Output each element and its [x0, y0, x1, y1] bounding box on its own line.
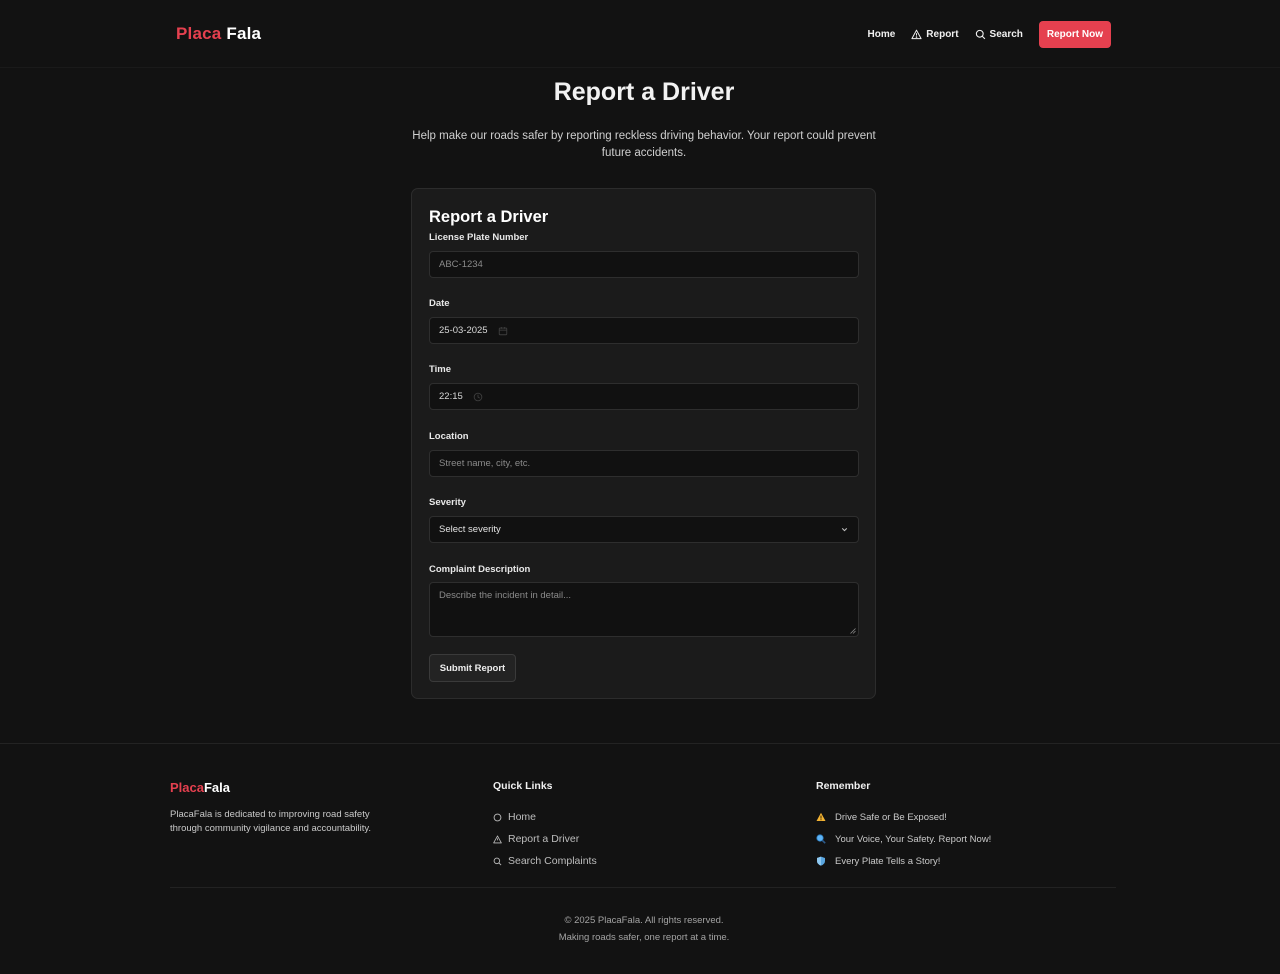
location-input[interactable]	[439, 458, 858, 469]
footer-link-search-label: Search Complaints	[508, 855, 597, 867]
remember-item-text: Drive Safe or Be Exposed!	[835, 811, 947, 823]
remember-item: Your Voice, Your Safety. Report Now!	[816, 828, 991, 850]
footer-brand-part1: Placa	[170, 780, 204, 795]
location-label: Location	[429, 431, 469, 442]
footer-link-home-label: Home	[508, 811, 537, 823]
nav-home-link[interactable]: Home	[868, 29, 896, 40]
footer-divider	[170, 887, 1116, 888]
circle-icon	[493, 813, 502, 821]
description-textarea[interactable]	[430, 583, 858, 636]
submit-report-button[interactable]: Submit Report	[429, 654, 516, 682]
tagline-text: Making roads safer, one report at a time…	[558, 932, 730, 943]
date-field[interactable]: 25-03-2025	[429, 317, 859, 344]
copyright-text: © 2025 PlacaFala. All rights reserved.	[564, 915, 724, 926]
shield-icon	[817, 856, 825, 866]
plate-label: License Plate Number	[429, 232, 529, 243]
magnifying-glass-icon	[816, 834, 826, 844]
resize-handle-icon[interactable]	[850, 628, 856, 634]
remember-item: Every Plate Tells a Story!	[816, 850, 991, 872]
nav-report-label: Report	[926, 28, 959, 40]
search-icon	[975, 29, 985, 39]
warning-sign-icon	[816, 812, 826, 821]
footer-link-search[interactable]: Search Complaints	[493, 850, 597, 872]
time-label: Time	[429, 364, 452, 375]
report-now-button[interactable]: Report Now	[1038, 20, 1111, 48]
plate-field	[429, 251, 859, 278]
quick-links-heading: Quick Links	[493, 780, 553, 792]
date-label: Date	[429, 298, 450, 309]
warning-triangle-icon	[493, 834, 502, 843]
time-field[interactable]: 22:15	[429, 383, 859, 410]
nav-search-link[interactable]: Search	[975, 29, 1023, 40]
nav-report-link[interactable]: Report	[911, 28, 959, 40]
main-nav: Home Report Search Report Now	[868, 20, 1111, 48]
footer-brand-part2: Fala	[203, 780, 230, 795]
footer-copyright-block: © 2025 PlacaFala. All rights reserved. M…	[0, 912, 1280, 946]
remember-item-text: Your Voice, Your Safety. Report Now!	[835, 833, 992, 845]
warning-triangle-icon	[911, 29, 922, 39]
time-input[interactable]: 22:15	[439, 391, 463, 402]
severity-select[interactable]: Select severity	[429, 516, 859, 543]
remember-heading: Remember	[816, 780, 871, 792]
search-icon	[493, 857, 502, 865]
brand-logo[interactable]: Placa Fala	[176, 24, 261, 44]
footer-link-report[interactable]: Report a Driver	[493, 828, 597, 850]
remember-item-text: Every Plate Tells a Story!	[835, 855, 941, 867]
top-nav-bar: Placa Fala Home Report Search Report Now	[0, 0, 1280, 68]
footer-link-home[interactable]: Home	[493, 806, 597, 828]
remember-item: Drive Safe or Be Exposed!	[816, 806, 991, 828]
form-title: Report a Driver	[429, 208, 549, 226]
page-title: Report a Driver	[553, 78, 735, 106]
brand-logo-part1: Placa	[176, 24, 222, 43]
date-input[interactable]: 25-03-2025	[439, 325, 488, 336]
nav-search-label: Search	[989, 28, 1023, 40]
nav-home-label: Home	[867, 28, 896, 40]
description-field	[429, 582, 859, 637]
calendar-icon[interactable]	[498, 326, 508, 336]
chevron-down-icon	[841, 528, 848, 532]
footer-brand-logo: PlacaFala	[170, 780, 230, 795]
brand-logo-part2: Fala	[226, 24, 262, 43]
page-subtitle: Help make our roads safer by reporting r…	[412, 130, 876, 159]
footer: PlacaFala PlacaFala is dedicated to impr…	[0, 743, 1280, 974]
plate-input[interactable]	[439, 259, 858, 270]
severity-selected-value: Select severity	[439, 524, 501, 535]
severity-label: Severity	[429, 497, 466, 508]
quick-links-list: Home Report a Driver Search Complaints	[493, 806, 597, 872]
remember-list: Drive Safe or Be Exposed! Your Voice, Yo…	[816, 806, 991, 872]
location-field	[429, 450, 859, 477]
description-label: Complaint Description	[429, 564, 531, 575]
footer-link-report-label: Report a Driver	[508, 833, 580, 845]
footer-description: PlacaFala is dedicated to improving road…	[170, 809, 372, 834]
clock-icon[interactable]	[473, 392, 483, 402]
report-form-card: Report a Driver License Plate Number Dat…	[411, 188, 876, 699]
